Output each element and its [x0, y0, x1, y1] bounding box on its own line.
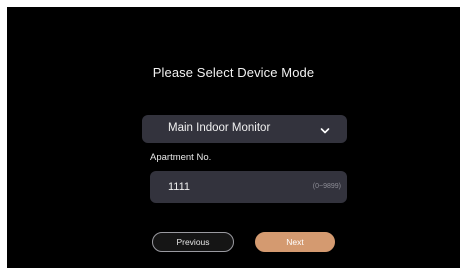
device-mode-select[interactable]: Main Indoor Monitor [142, 115, 347, 143]
previous-button[interactable]: Previous [152, 232, 234, 252]
chevron-down-icon [320, 123, 330, 134]
apartment-number-field[interactable]: 1111 (0~9899) [150, 171, 347, 203]
device-mode-selected-value: Main Indoor Monitor [168, 122, 271, 134]
page-title: Please Select Device Mode [152, 65, 315, 80]
device-mode-screen: Please Select Device Mode Main Indoor Mo… [7, 7, 460, 268]
apartment-number-label: Apartment No. [150, 152, 212, 163]
apartment-number-value: 1111 [168, 181, 191, 193]
next-button[interactable]: Next [255, 232, 335, 252]
apartment-number-range-hint: (0~9899) [312, 183, 341, 190]
